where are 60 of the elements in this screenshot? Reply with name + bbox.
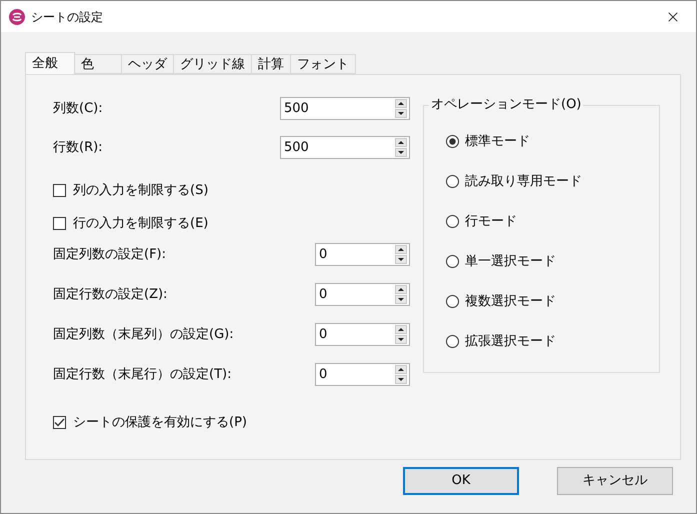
up-arrow-icon[interactable] [395, 245, 407, 254]
field-label: 固定列数の設定(F): [53, 246, 166, 264]
tab[interactable]: グリッド線 [173, 54, 252, 74]
dialog-button[interactable]: OK [403, 467, 519, 495]
checkbox-label: 列の入力を制限する(S) [73, 182, 208, 200]
down-arrow-icon[interactable] [395, 295, 407, 304]
down-arrow-icon[interactable] [395, 375, 407, 384]
number-spinner[interactable]: 0 [315, 363, 410, 386]
up-arrow-icon[interactable] [395, 325, 407, 334]
down-arrow-icon[interactable] [395, 148, 407, 157]
spinner-value: 0 [319, 248, 328, 261]
up-arrow-icon[interactable] [395, 365, 407, 374]
number-spinner[interactable]: 0 [315, 323, 410, 346]
window-title: シートの設定 [31, 8, 103, 26]
field-label: 行数(R): [53, 138, 103, 157]
checkbox-label: シートの保護を有効にする(P) [73, 414, 247, 432]
tab[interactable]: フォント [290, 54, 356, 74]
spinner-value: 0 [319, 368, 328, 381]
up-arrow-icon[interactable] [395, 285, 407, 294]
radio-button[interactable] [446, 335, 459, 348]
spinner-value: 0 [319, 288, 328, 301]
tab[interactable]: 全般 [25, 52, 75, 74]
radio-button[interactable] [446, 175, 459, 188]
radio-button[interactable] [446, 215, 459, 228]
up-arrow-icon[interactable] [395, 99, 407, 108]
down-arrow-icon[interactable] [395, 255, 407, 264]
checkbox-label: 行の入力を制限する(E) [73, 214, 208, 232]
radio-label: 拡張選択モード [465, 332, 556, 351]
checkmark-icon [54, 418, 65, 428]
radio-label: 単一選択モード [465, 252, 556, 271]
radio-label: 複数選択モード [465, 292, 556, 311]
tab[interactable]: ヘッダ [121, 54, 174, 74]
down-arrow-icon[interactable] [395, 109, 407, 118]
number-spinner[interactable]: 500 [280, 136, 410, 159]
spinner-value: 0 [319, 328, 328, 341]
down-arrow-icon[interactable] [395, 335, 407, 344]
number-spinner[interactable]: 500 [280, 97, 410, 120]
up-arrow-icon[interactable] [395, 138, 407, 147]
checkbox[interactable] [53, 184, 66, 198]
app-logo-icon [9, 8, 25, 24]
field-label: 固定行数の設定(Z): [53, 286, 168, 304]
checkbox[interactable] [53, 416, 66, 430]
radio-button[interactable] [446, 295, 459, 308]
spinner-value: 500 [284, 102, 310, 115]
field-label: 列数(C): [53, 100, 103, 118]
dialog-button[interactable]: キャンセル [557, 467, 673, 495]
radio-button[interactable] [446, 135, 459, 148]
field-label: 固定列数（末尾列）の設定(G): [53, 326, 234, 344]
tab[interactable]: 色 [74, 54, 122, 74]
radio-button[interactable] [446, 255, 459, 268]
radio-label: 行モード [465, 212, 517, 231]
spinner-value: 500 [284, 141, 310, 154]
radio-label: 標準モード [465, 132, 530, 151]
number-spinner[interactable]: 0 [315, 243, 410, 266]
checkbox[interactable] [53, 216, 66, 230]
radio-label: 読み取り専用モード [465, 172, 582, 191]
number-spinner[interactable]: 0 [315, 283, 410, 306]
tab[interactable]: 計算 [251, 54, 291, 74]
group-legend: オペレーションモード(O) [429, 97, 584, 113]
field-label: 固定行数（末尾行）の設定(T): [53, 366, 232, 384]
